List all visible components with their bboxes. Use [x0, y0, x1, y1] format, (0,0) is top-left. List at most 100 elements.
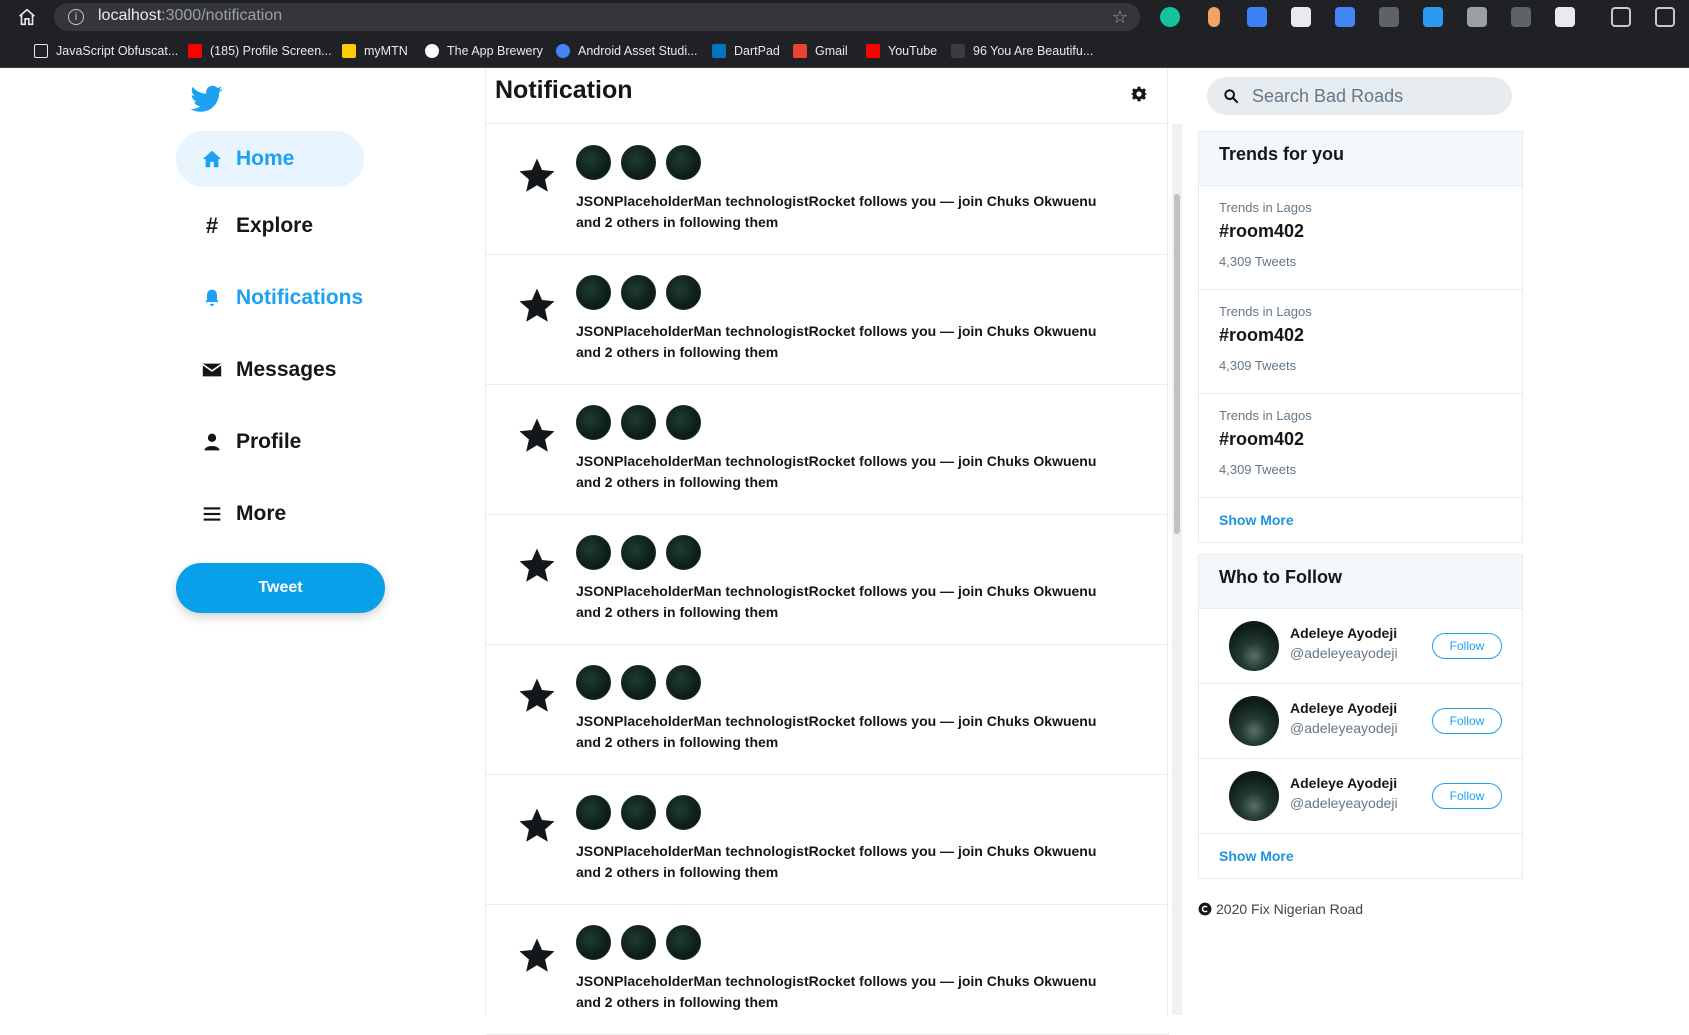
footer-text: 2020 Fix Nigerian Road [1216, 901, 1364, 917]
extension-icon[interactable] [1555, 7, 1575, 27]
extension-icon[interactable] [1247, 7, 1267, 27]
bookmark-item[interactable]: DartPad [712, 42, 780, 60]
camera-extension-icon[interactable] [1467, 7, 1487, 27]
tweet-button[interactable]: Tweet [176, 563, 385, 613]
follow-suggestion[interactable]: Adeleye Ayodeji @adeleyeayodeji Follow [1199, 684, 1522, 759]
twitter-logo-icon[interactable] [191, 85, 223, 113]
grammarly-extension-icon[interactable] [1160, 7, 1180, 27]
avatar[interactable] [666, 665, 701, 700]
avatar[interactable] [666, 925, 701, 960]
user-icon [200, 430, 224, 454]
trend-count: 4,309 Tweets [1219, 358, 1297, 373]
trends-card: Trends for you Trends in Lagos #room402 … [1198, 131, 1523, 543]
notification-item[interactable]: JSONPlaceholderMan technologistRocket fo… [486, 905, 1169, 1035]
notification-item[interactable]: JSONPlaceholderMan technologistRocket fo… [486, 385, 1169, 515]
nav-profile[interactable]: Profile [176, 414, 364, 470]
avatar[interactable] [576, 405, 611, 440]
notification-item[interactable]: JSONPlaceholderMan technologistRocket fo… [486, 775, 1169, 905]
follow-button[interactable]: Follow [1432, 783, 1502, 809]
avatar[interactable] [666, 795, 701, 830]
extension-icon[interactable] [1511, 7, 1531, 27]
site-info-icon[interactable]: i [68, 9, 84, 25]
notification-item[interactable]: JSONPlaceholderMan technologistRocket fo… [486, 515, 1169, 645]
follow-button[interactable]: Follow [1432, 633, 1502, 659]
avatar[interactable] [576, 145, 611, 180]
home-icon[interactable] [16, 6, 38, 28]
avatar[interactable] [576, 535, 611, 570]
footer: 2020 Fix Nigerian Road [1198, 901, 1363, 917]
notification-scrollbar[interactable] [1172, 124, 1182, 1015]
avatar[interactable] [1229, 771, 1279, 821]
nav-more[interactable]: More [176, 486, 364, 542]
dart-icon [712, 44, 726, 58]
gear-icon[interactable] [1131, 86, 1147, 102]
scrollbar-thumb[interactable] [1174, 194, 1180, 534]
collections-icon[interactable] [1655, 7, 1675, 27]
bookmark-item[interactable]: JavaScript Obfuscat... [34, 42, 178, 60]
bookmark-item[interactable]: Gmail [793, 42, 848, 60]
avatar[interactable] [1229, 621, 1279, 671]
trend-item[interactable]: Trends in Lagos #room402 4,309 Tweets [1199, 186, 1522, 290]
extension-icon[interactable] [1379, 7, 1399, 27]
url-text[interactable]: localhost:3000/notification [98, 7, 282, 25]
search-input[interactable] [1252, 83, 1492, 109]
avatar[interactable] [621, 275, 656, 310]
extension-icon[interactable] [1208, 7, 1220, 27]
nav-explore[interactable]: # Explore [176, 198, 364, 254]
avatar[interactable] [576, 665, 611, 700]
nav-notifications-label: Notifications [236, 286, 364, 309]
follow-suggestion[interactable]: Adeleye Ayodeji @adeleyeayodeji Follow [1199, 759, 1522, 834]
avatar[interactable] [576, 795, 611, 830]
youtube-icon [188, 44, 202, 58]
bookmark-item[interactable]: The App Brewery [425, 42, 543, 60]
avatar[interactable] [666, 405, 701, 440]
nav-home[interactable]: Home [176, 131, 364, 187]
bookmark-item[interactable]: Android Asset Studi... [556, 42, 698, 60]
trend-count: 4,309 Tweets [1219, 462, 1297, 477]
page-icon [34, 44, 48, 58]
trend-location: Trends in Lagos [1219, 200, 1312, 215]
avatar[interactable] [621, 795, 656, 830]
download-extension-icon[interactable] [1423, 7, 1443, 27]
copyright-icon [1198, 902, 1212, 916]
who-show-more-link[interactable]: Show More [1199, 834, 1522, 878]
trend-item[interactable]: Trends in Lagos #room402 4,309 Tweets [1199, 290, 1522, 394]
avatar-group [576, 145, 701, 180]
address-bar[interactable]: i localhost:3000/notification ☆ [54, 3, 1140, 31]
bookmark-item[interactable]: myMTN [342, 42, 408, 60]
bookmark-item[interactable]: (185) Profile Screen... [188, 42, 332, 60]
bookmark-item[interactable]: YouTube [866, 42, 937, 60]
notification-item[interactable]: JSONPlaceholderMan technologistRocket fo… [486, 255, 1169, 385]
search-box[interactable] [1207, 77, 1512, 115]
avatar[interactable] [621, 405, 656, 440]
nav-home-label: Home [236, 147, 295, 170]
avatar[interactable] [621, 145, 656, 180]
star-icon [519, 808, 555, 842]
bell-icon [200, 286, 224, 310]
follow-button[interactable]: Follow [1432, 708, 1502, 734]
avatar[interactable] [576, 925, 611, 960]
notification-text: JSONPlaceholderMan technologistRocket fo… [576, 323, 1097, 360]
trends-show-more-link[interactable]: Show More [1199, 498, 1522, 542]
avatar[interactable] [576, 275, 611, 310]
avatar[interactable] [1229, 696, 1279, 746]
avatar[interactable] [666, 535, 701, 570]
avatar[interactable] [621, 665, 656, 700]
avatar[interactable] [621, 535, 656, 570]
avatar[interactable] [666, 275, 701, 310]
follow-suggestion[interactable]: Adeleye Ayodeji @adeleyeayodeji Follow [1199, 609, 1522, 684]
notification-item[interactable]: JSONPlaceholderMan technologistRocket fo… [486, 125, 1169, 255]
trend-item[interactable]: Trends in Lagos #room402 4,309 Tweets [1199, 394, 1522, 498]
nav-messages[interactable]: Messages [176, 342, 364, 398]
suggestion-handle: @adeleyeayodeji [1290, 645, 1398, 661]
avatar[interactable] [666, 145, 701, 180]
avatar[interactable] [621, 925, 656, 960]
bookmark-item[interactable]: 96 You Are Beautifu... [951, 42, 1093, 60]
notification-item[interactable]: JSONPlaceholderMan technologistRocket fo… [486, 645, 1169, 775]
favorites-icon[interactable] [1611, 7, 1631, 27]
translate-extension-icon[interactable] [1335, 7, 1355, 27]
android-studio-icon [556, 44, 570, 58]
extension-icon[interactable] [1291, 7, 1311, 27]
bookmark-star-icon[interactable]: ☆ [1112, 7, 1128, 28]
nav-notifications[interactable]: Notifications [176, 270, 364, 326]
